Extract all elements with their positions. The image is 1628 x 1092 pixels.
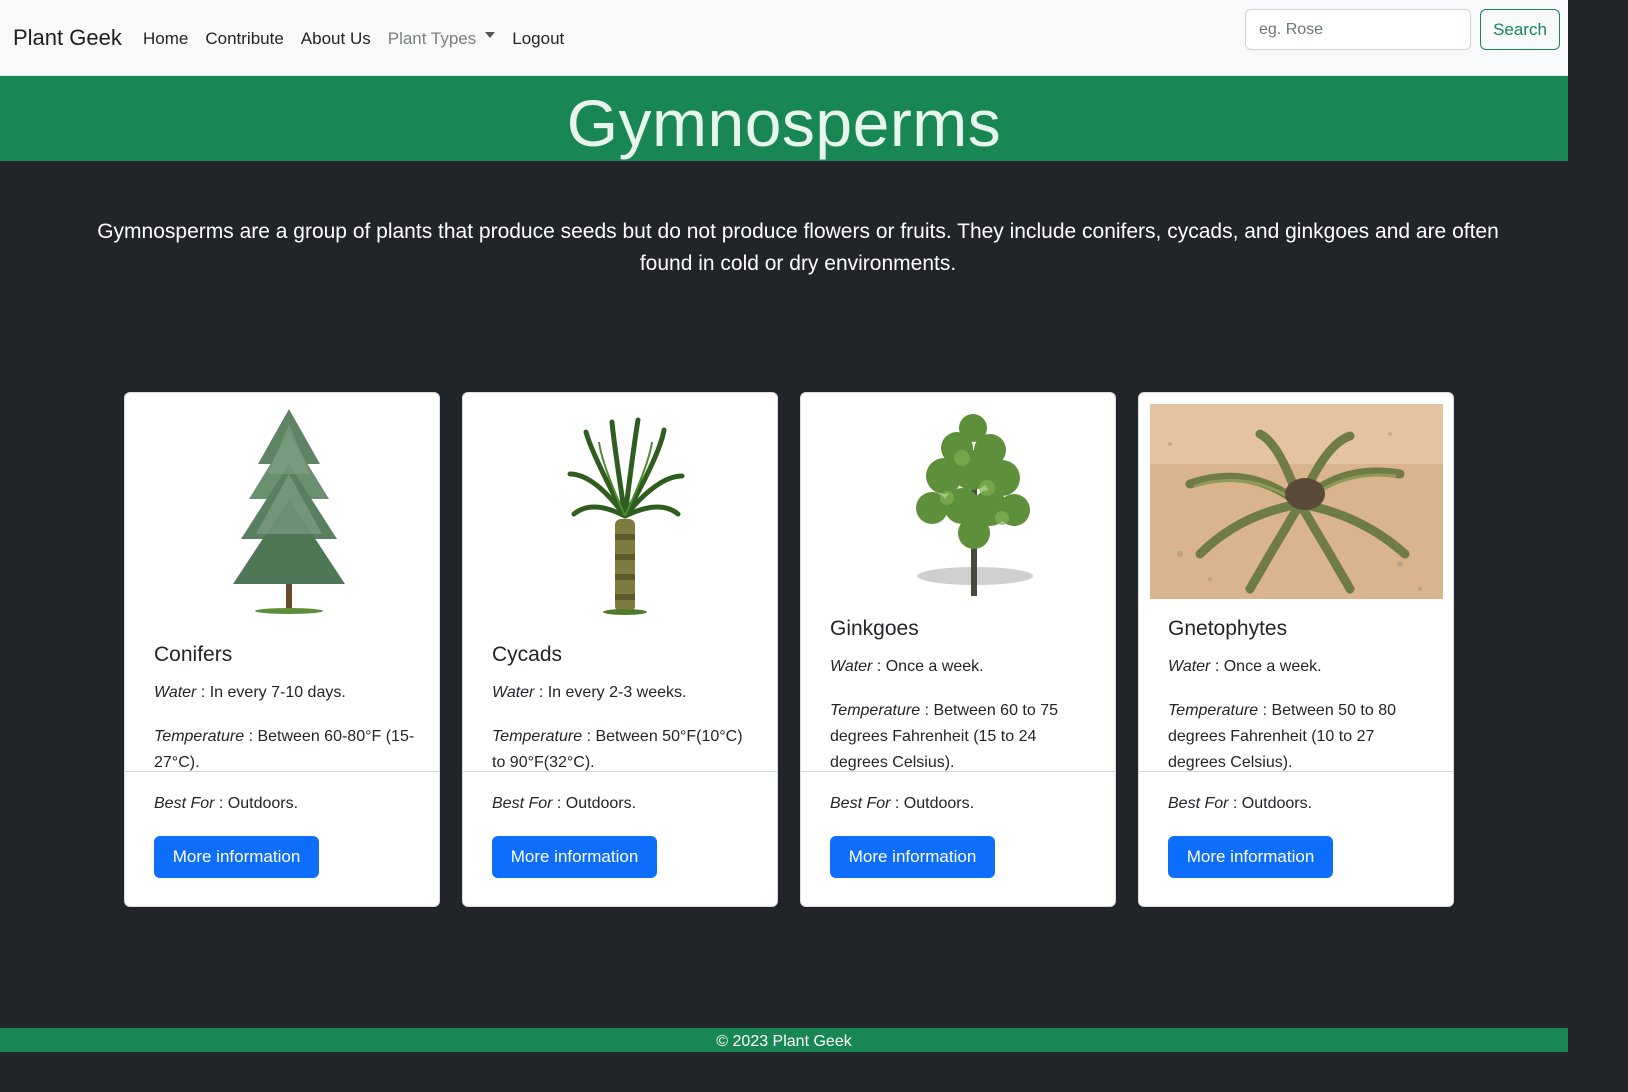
temperature-label: Temperature xyxy=(154,728,245,745)
water-value: : In every 7-10 days. xyxy=(196,684,346,701)
cycad-palm-image xyxy=(567,417,685,615)
search-button[interactable]: Search xyxy=(1480,9,1560,50)
brand-link[interactable]: Plant Geek xyxy=(13,25,122,51)
temperature-label: Temperature xyxy=(1168,702,1259,719)
hero-banner: Gymnosperms xyxy=(0,76,1568,161)
water-value: : Once a week. xyxy=(1210,658,1322,675)
card-water: Water : Once a week. xyxy=(1168,654,1435,680)
navbar: Plant Geek Home Contribute About Us Plan… xyxy=(0,0,1568,76)
temperature-label: Temperature xyxy=(492,728,583,745)
card-body: Ginkgoes Water : Once a week. Temperatur… xyxy=(830,617,1097,794)
water-label: Water xyxy=(492,684,535,701)
footer: © 2023 Plant Geek xyxy=(0,1028,1568,1052)
caret-down-icon xyxy=(485,32,496,38)
ginkgo-tree-image xyxy=(916,414,1033,596)
best-for-label: Best For xyxy=(492,795,553,812)
best-for-value: : Outdoors. xyxy=(1228,795,1313,812)
more-information-button[interactable]: More information xyxy=(154,836,319,878)
welwitschia-photo-image xyxy=(1150,404,1443,599)
best-for-label: Best For xyxy=(1168,795,1229,812)
nav-contribute[interactable]: Contribute xyxy=(205,29,283,49)
card-title: Ginkgoes xyxy=(830,617,919,640)
card-best-for: Best For : Outdoors. xyxy=(154,795,298,813)
water-label: Water xyxy=(154,684,197,701)
nav-plant-types-dropdown[interactable]: Plant Types xyxy=(388,29,496,49)
card-divider xyxy=(463,771,777,772)
card-water: Water : Once a week. xyxy=(830,654,1097,680)
nav-links: Home Contribute About Us Plant Types Log… xyxy=(143,29,581,49)
best-for-value: : Outdoors. xyxy=(552,795,637,812)
card-best-for: Best For : Outdoors. xyxy=(492,795,636,813)
card-divider xyxy=(125,771,439,772)
temperature-label: Temperature xyxy=(830,702,921,719)
card-best-for: Best For : Outdoors. xyxy=(1168,795,1312,813)
water-label: Water xyxy=(830,658,873,675)
nav-about-us[interactable]: About Us xyxy=(301,29,371,49)
page-title: Gymnosperms xyxy=(566,86,1002,160)
card-divider xyxy=(801,771,1115,772)
water-value: : Once a week. xyxy=(872,658,984,675)
plant-card-gnetophytes: Gnetophytes Water : Once a week. Tempera… xyxy=(1138,392,1454,907)
nav-plant-types-label: Plant Types xyxy=(387,29,477,48)
card-body: Gnetophytes Water : Once a week. Tempera… xyxy=(1168,617,1435,794)
best-for-value: : Outdoors. xyxy=(214,795,299,812)
nav-logout[interactable]: Logout xyxy=(512,29,564,49)
card-divider xyxy=(1139,771,1453,772)
card-temperature: Temperature : Between 50 to 80 degrees F… xyxy=(1168,698,1435,776)
nav-home[interactable]: Home xyxy=(143,29,188,49)
card-temperature: Temperature : Between 60-80°F (15-27°C). xyxy=(154,724,421,776)
card-temperature: Temperature : Between 50°F(10°C) to 90°F… xyxy=(492,724,759,776)
more-information-button[interactable]: More information xyxy=(1168,836,1333,878)
card-title: Conifers xyxy=(154,643,233,666)
card-water: Water : In every 7-10 days. xyxy=(154,680,421,706)
water-value: : In every 2-3 weeks. xyxy=(534,684,687,701)
water-label: Water xyxy=(1168,658,1211,675)
card-title: Cycads xyxy=(492,643,563,666)
best-for-label: Best For xyxy=(830,795,891,812)
card-best-for: Best For : Outdoors. xyxy=(830,795,974,813)
plant-card-cycads: Cycads Water : In every 2-3 weeks. Tempe… xyxy=(462,392,778,907)
conifer-tree-image xyxy=(233,409,345,614)
plant-card-conifers: Conifers Water : In every 7-10 days. Tem… xyxy=(124,392,440,907)
more-information-button[interactable]: More information xyxy=(492,836,657,878)
best-for-label: Best For xyxy=(154,795,215,812)
best-for-value: : Outdoors. xyxy=(890,795,975,812)
card-title: Gnetophytes xyxy=(1168,617,1288,640)
plant-card-ginkgoes: Ginkgoes Water : Once a week. Temperatur… xyxy=(800,392,1116,907)
search-input[interactable] xyxy=(1245,9,1471,50)
more-information-button[interactable]: More information xyxy=(830,836,995,878)
card-water: Water : In every 2-3 weeks. xyxy=(492,680,759,706)
intro-paragraph: Gymnosperms are a group of plants that p… xyxy=(97,220,1499,275)
card-temperature: Temperature : Between 60 to 75 degrees F… xyxy=(830,698,1097,776)
